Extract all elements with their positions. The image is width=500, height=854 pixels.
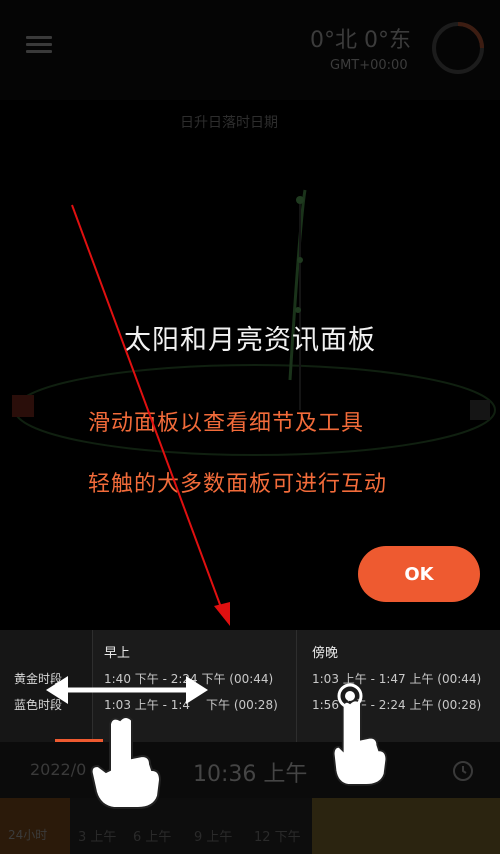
sun-progress-ring[interactable] bbox=[430, 20, 486, 76]
overlay-title: 太阳和月亮资讯面板 bbox=[124, 325, 376, 356]
morning-golden-hour: 1:40 下午 - 2:24 下午 (00:44) bbox=[104, 672, 274, 686]
panel-divider bbox=[296, 630, 297, 742]
morning-title: 早上 bbox=[104, 646, 131, 661]
timezone-label: GMT+00:00 bbox=[330, 58, 408, 73]
date-label[interactable]: 2022/0 bbox=[30, 760, 86, 779]
overlay-hint-tap: 轻触的大多数面板可进行互动 bbox=[88, 472, 388, 497]
clock-icon[interactable] bbox=[452, 760, 474, 782]
pointer-arrow-head bbox=[214, 602, 230, 626]
ok-button[interactable]: OK bbox=[358, 546, 480, 602]
timeline-day-segment bbox=[312, 798, 500, 854]
morning-blue-hour-tail: 下午 (00:28) bbox=[206, 698, 278, 712]
blue-hour-label: 蓝色时段 bbox=[14, 698, 63, 712]
timeline-tick: 3 上午 bbox=[78, 830, 117, 845]
location-coordinates[interactable]: 0°北 0°东 bbox=[310, 22, 411, 54]
timeline-tick: 6 上午 bbox=[133, 830, 172, 845]
swipe-hand-icon bbox=[90, 716, 162, 809]
timeline-tick: 9 上午 bbox=[194, 830, 233, 845]
golden-hour-label: 黄金时段 bbox=[14, 672, 63, 686]
overlay-hint-swipe: 滑动面板以查看细节及工具 bbox=[88, 411, 365, 436]
tap-indicator-icon bbox=[337, 683, 363, 709]
timeline-24h-label[interactable]: 24小时 bbox=[8, 826, 47, 843]
menu-icon[interactable] bbox=[26, 36, 52, 54]
app-header bbox=[0, 0, 500, 100]
time-label[interactable]: 10:36 上午 bbox=[193, 756, 307, 788]
sky-subtitle: 日升日落时日期 bbox=[180, 115, 278, 131]
timeline-tick: 12 下午 bbox=[254, 830, 301, 845]
evening-title: 傍晚 bbox=[312, 646, 339, 661]
